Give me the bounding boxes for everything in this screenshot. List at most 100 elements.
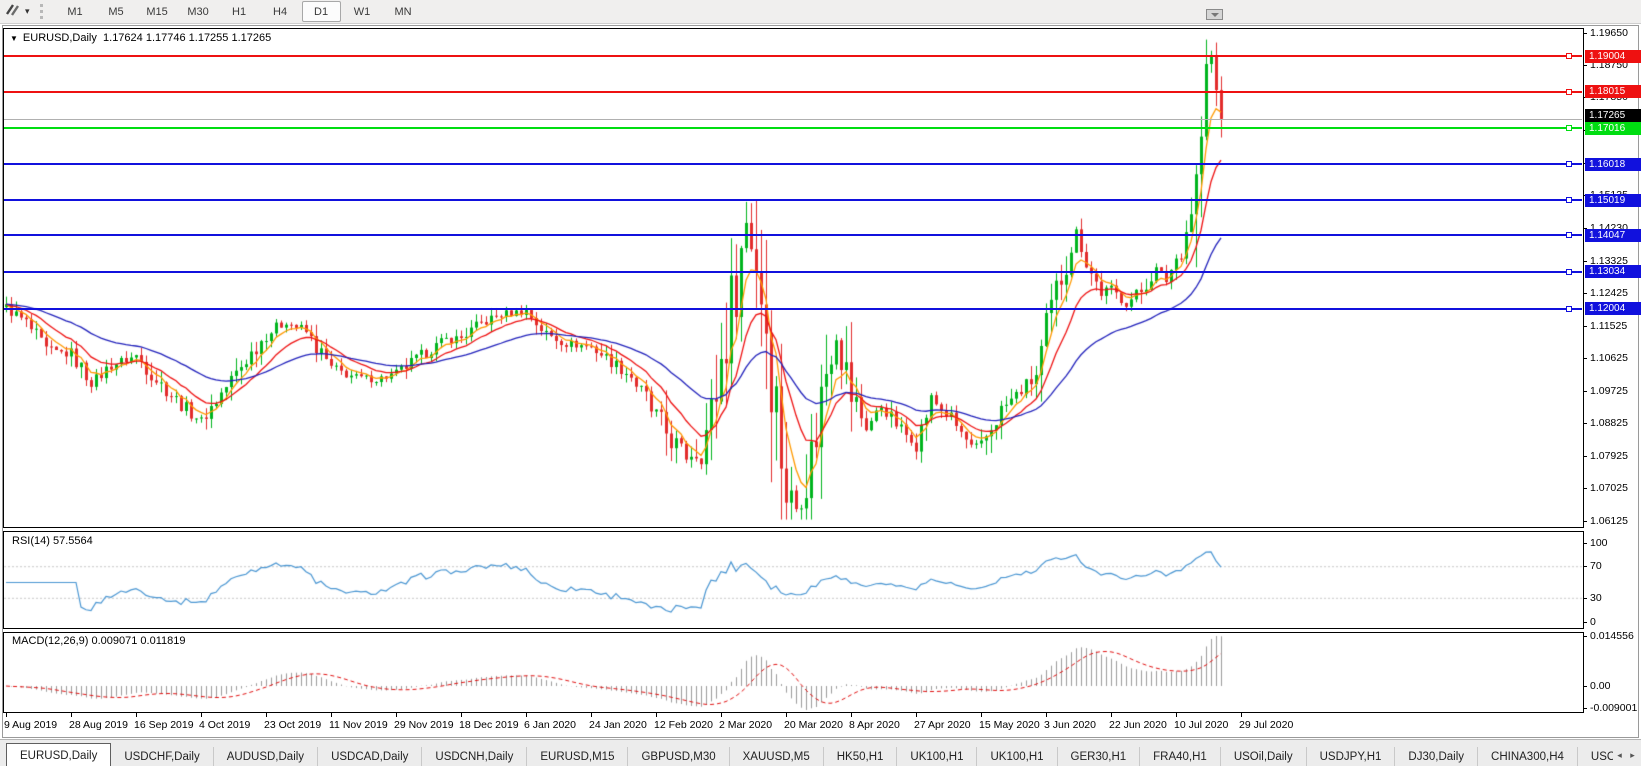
time-axis-tick <box>1046 713 1047 717</box>
macd-axis-tick <box>1583 685 1587 687</box>
time-axis-tick <box>331 713 332 717</box>
macd-axis-tick-label: 0.00 <box>1590 679 1611 692</box>
rsi-pane[interactable] <box>3 531 1584 629</box>
time-axis-tick <box>591 713 592 717</box>
chart-shift-marker[interactable] <box>1206 9 1223 20</box>
line-anchor-marker[interactable] <box>1566 232 1572 239</box>
time-axis-tick <box>1176 713 1177 717</box>
time-axis-tick <box>266 713 267 717</box>
tabs-scroll-right-icon[interactable]: ▸ <box>1626 747 1639 763</box>
time-axis-label: 4 Oct 2019 <box>199 719 251 731</box>
macd-pane[interactable] <box>3 632 1584 713</box>
line-anchor-marker[interactable] <box>1566 197 1572 204</box>
time-axis-label: 11 Nov 2019 <box>329 719 388 731</box>
price-axis-tick <box>1583 455 1587 457</box>
chart-draw-icon <box>4 2 22 22</box>
horizontal-level-line[interactable] <box>4 234 1582 237</box>
horizontal-level-line[interactable] <box>4 199 1582 202</box>
price-line-label[interactable]: 1.12004 <box>1585 302 1641 316</box>
time-axis-label: 3 Jun 2020 <box>1044 719 1096 731</box>
timeframe-button-h1[interactable]: H1 <box>220 1 259 22</box>
chart-tab-fra40-h1[interactable]: FRA40,H1 <box>1140 747 1221 766</box>
time-axis-label: 29 Jul 2020 <box>1239 719 1294 731</box>
chart-tab-uk100-h1[interactable]: UK100,H1 <box>977 747 1058 766</box>
time-axis-tick <box>526 713 527 717</box>
line-anchor-marker[interactable] <box>1566 125 1572 132</box>
price-axis-tick-label: 1.09725 <box>1590 384 1628 397</box>
timeframe-button-m5[interactable]: M5 <box>97 1 136 22</box>
macd-axis-tick-label: -0.009001 <box>1590 701 1638 714</box>
timeframe-buttons: M1 M5 M15 M30 H1 H4 D1 W1 MN <box>55 1 424 22</box>
time-axis-label: 10 Jul 2020 <box>1174 719 1229 731</box>
price-axis-tick-label: 1.07025 <box>1590 482 1628 495</box>
time-axis-label: 12 Feb 2020 <box>654 719 713 731</box>
chart-tab-eurusd-m15[interactable]: EURUSD,M15 <box>527 747 629 766</box>
time-axis-tick <box>656 713 657 717</box>
horizontal-level-line[interactable] <box>4 163 1582 166</box>
horizontal-level-line[interactable] <box>4 307 1582 310</box>
horizontal-level-line[interactable] <box>4 127 1582 130</box>
price-line-label[interactable]: 1.14047 <box>1585 228 1641 242</box>
price-line-label[interactable]: 1.15019 <box>1585 193 1641 207</box>
horizontal-level-line[interactable] <box>4 55 1582 58</box>
time-axis-label: 27 Apr 2020 <box>914 719 971 731</box>
chart-tab-audusd-daily[interactable]: AUDUSD,Daily <box>214 747 319 766</box>
rsi-axis-tick <box>1583 566 1587 568</box>
price-axis-tick-label: 1.10625 <box>1590 352 1628 365</box>
price-axis-tick <box>1583 293 1587 295</box>
chart-tab-bar: EURUSD,Daily USDCHF,Daily AUDUSD,Daily USDC… <box>0 739 1641 766</box>
chart-tab-usdcnh-daily[interactable]: USDCNH,Daily <box>422 747 528 766</box>
chart-tab-ger30-h1[interactable]: GER30,H1 <box>1058 747 1141 766</box>
chart-tab-usdcad-daily[interactable]: USDCAD,Daily <box>318 747 423 766</box>
chart-ohlc-values: 1.17624 1.17746 1.17255 1.17265 <box>103 32 272 44</box>
chart-tab-gbpusd-m30[interactable]: GBPUSD,M30 <box>628 747 730 766</box>
rsi-indicator-label: RSI(14) 57.5564 <box>12 535 93 547</box>
time-axis-tick <box>1241 713 1242 717</box>
chart-tab-eurusd-daily[interactable]: EURUSD,Daily <box>6 743 112 766</box>
price-line-label[interactable]: 1.19004 <box>1585 49 1641 63</box>
main-chart-pane[interactable] <box>3 28 1584 528</box>
horizontal-level-line[interactable] <box>4 270 1582 273</box>
timeframe-button-m30[interactable]: M30 <box>179 1 218 22</box>
timeframe-button-d1[interactable]: D1 <box>301 1 341 22</box>
line-anchor-marker[interactable] <box>1566 53 1572 60</box>
dropdown-caret-icon[interactable]: ▾ <box>25 6 30 17</box>
horizontal-level-line[interactable] <box>4 90 1582 93</box>
price-line-label[interactable]: 1.17016 <box>1585 121 1641 135</box>
time-axis-tick <box>396 713 397 717</box>
time-axis-tick <box>1111 713 1112 717</box>
price-axis-tick <box>1583 520 1587 522</box>
timeframe-button-m15[interactable]: M15 <box>138 1 177 22</box>
time-axis-label: 20 Mar 2020 <box>784 719 843 731</box>
tabs-scroll-left-icon[interactable]: ◂ <box>1613 747 1626 763</box>
chart-tool-button[interactable]: ▾ <box>0 2 34 22</box>
chart-tab-china300-h4[interactable]: CHINA300,H4 <box>1478 747 1578 766</box>
line-anchor-marker[interactable] <box>1566 268 1572 275</box>
chart-tab-dj30-daily[interactable]: DJ30,Daily <box>1395 747 1479 766</box>
macd-indicator-label: MACD(12,26,9) 0.009071 0.011819 <box>12 635 186 647</box>
line-anchor-marker[interactable] <box>1566 88 1572 95</box>
time-axis-tick <box>721 713 722 717</box>
price-line-label[interactable]: 1.18015 <box>1585 85 1641 99</box>
chart-tab-hk50-h1[interactable]: HK50,H1 <box>824 747 898 766</box>
line-anchor-marker[interactable] <box>1566 161 1572 168</box>
timeframe-button-h4[interactable]: H4 <box>261 1 300 22</box>
chart-tab-xauusd-m5[interactable]: XAUUSD,M5 <box>730 747 824 766</box>
time-axis-label: 23 Oct 2019 <box>264 719 322 731</box>
timeframe-button-w1[interactable]: W1 <box>343 1 382 22</box>
tab-items: EURUSD,Daily USDCHF,Daily AUDUSD,Daily USDC… <box>0 740 1641 766</box>
title-dropdown-icon[interactable]: ▼ <box>10 34 18 43</box>
time-axis-tick <box>201 713 202 717</box>
rsi-axis-tick <box>1583 597 1587 599</box>
line-anchor-marker[interactable] <box>1566 305 1572 312</box>
chart-tab-usdjpy-h1[interactable]: USDJPY,H1 <box>1307 747 1396 766</box>
price-axis-tick-label: 1.07925 <box>1590 449 1628 462</box>
timeframe-button-m1[interactable]: M1 <box>56 1 95 22</box>
price-line-label[interactable]: 1.16018 <box>1585 157 1641 171</box>
timeframe-button-mn[interactable]: MN <box>384 1 423 22</box>
chart-tab-usdchf-daily[interactable]: USDCHF,Daily <box>111 747 214 766</box>
chart-tab-uk100-h1[interactable]: UK100,H1 <box>897 747 978 766</box>
chart-tab-usoil-daily[interactable]: USOil,Daily <box>1221 747 1307 766</box>
price-axis-tick-label: 1.06125 <box>1590 514 1628 527</box>
price-line-label[interactable]: 1.13034 <box>1585 265 1641 279</box>
